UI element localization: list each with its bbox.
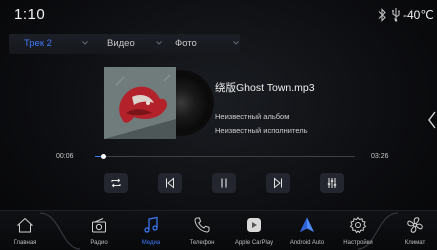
tab-video-label: Видео	[107, 38, 135, 49]
progress-bar[interactable]	[95, 154, 355, 159]
elapsed-time: 00:06	[56, 153, 74, 160]
music-note-icon	[144, 216, 158, 233]
dock-divider	[40, 212, 80, 250]
tab-track-label: Трек 2	[24, 38, 52, 49]
track-album: Неизвестный альбом	[215, 112, 290, 121]
dock-climate-label: Климат	[404, 240, 426, 246]
dock-phone[interactable]: Телефон	[178, 211, 226, 250]
radio-icon	[92, 218, 106, 233]
bluetooth-icon	[378, 8, 386, 22]
dock-android-auto-label: Android Auto	[289, 240, 325, 246]
album-art	[104, 67, 176, 139]
equalizer-icon	[327, 178, 337, 188]
tab-photo-label: Фото	[175, 38, 197, 49]
source-tabs: Трек 2 Видео Фото	[9, 34, 240, 54]
pause-icon	[221, 178, 227, 188]
progress-knob[interactable]	[101, 154, 106, 159]
dock-radio-label: Радио	[90, 240, 108, 246]
equalizer-button[interactable]	[320, 173, 344, 193]
dock-carplay[interactable]: Apple CarPlay	[230, 211, 278, 250]
status-bar: 1:10 -40℃	[0, 0, 437, 28]
tab-track[interactable]: Трек 2	[24, 34, 94, 54]
pause-button[interactable]	[212, 173, 236, 193]
dock-media-label: Медиа	[141, 240, 161, 246]
dock-home-label: Главная	[13, 240, 37, 246]
chevron-down-icon	[156, 41, 162, 45]
dock-carplay-label: Apple CarPlay	[234, 240, 274, 246]
carplay-icon	[247, 218, 261, 232]
repeat-button[interactable]	[104, 173, 128, 193]
previous-icon	[166, 177, 174, 189]
gear-icon	[349, 216, 367, 234]
dock-settings[interactable]: Настройки	[334, 211, 382, 250]
dock-media[interactable]: Медиа	[127, 211, 175, 250]
chevron-down-icon	[82, 41, 88, 45]
dock-android-auto[interactable]: Android Auto	[283, 211, 331, 250]
android-auto-icon	[300, 217, 314, 232]
dock-home[interactable]: Главная	[5, 211, 45, 250]
chevron-down-icon	[233, 41, 239, 45]
clock: 1:10	[14, 6, 46, 23]
next-icon	[274, 177, 282, 189]
next-button[interactable]	[266, 173, 290, 193]
track-title: 绕版Ghost Town.mp3	[215, 82, 315, 94]
phone-icon	[194, 217, 210, 233]
dock-radio[interactable]: Радио	[75, 211, 123, 250]
dock-phone-label: Телефон	[189, 240, 215, 246]
usb-icon	[392, 8, 400, 22]
album-art-image	[104, 67, 176, 139]
temperature-readout: -40℃	[403, 8, 434, 22]
previous-button[interactable]	[158, 173, 182, 193]
dock-climate[interactable]: Климат	[395, 211, 435, 250]
track-artist: Неизвестный исполнитель	[215, 126, 308, 135]
repeat-icon	[111, 178, 121, 188]
dock-settings-label: Настройки	[343, 240, 373, 246]
home-icon	[16, 217, 34, 233]
tab-video[interactable]: Видео	[107, 34, 177, 54]
bottom-dock: Главная Радио Медиа Телефон Apple CarPla…	[0, 210, 437, 250]
total-time: 03:26	[371, 153, 389, 160]
media-player-screen: 1:10 -40℃ Трек 2 Видео Фото 绕版Ghost Town…	[0, 0, 437, 250]
tab-photo[interactable]: Фото	[175, 34, 245, 54]
chevron-left-icon[interactable]	[427, 110, 437, 130]
fan-icon	[407, 217, 423, 233]
